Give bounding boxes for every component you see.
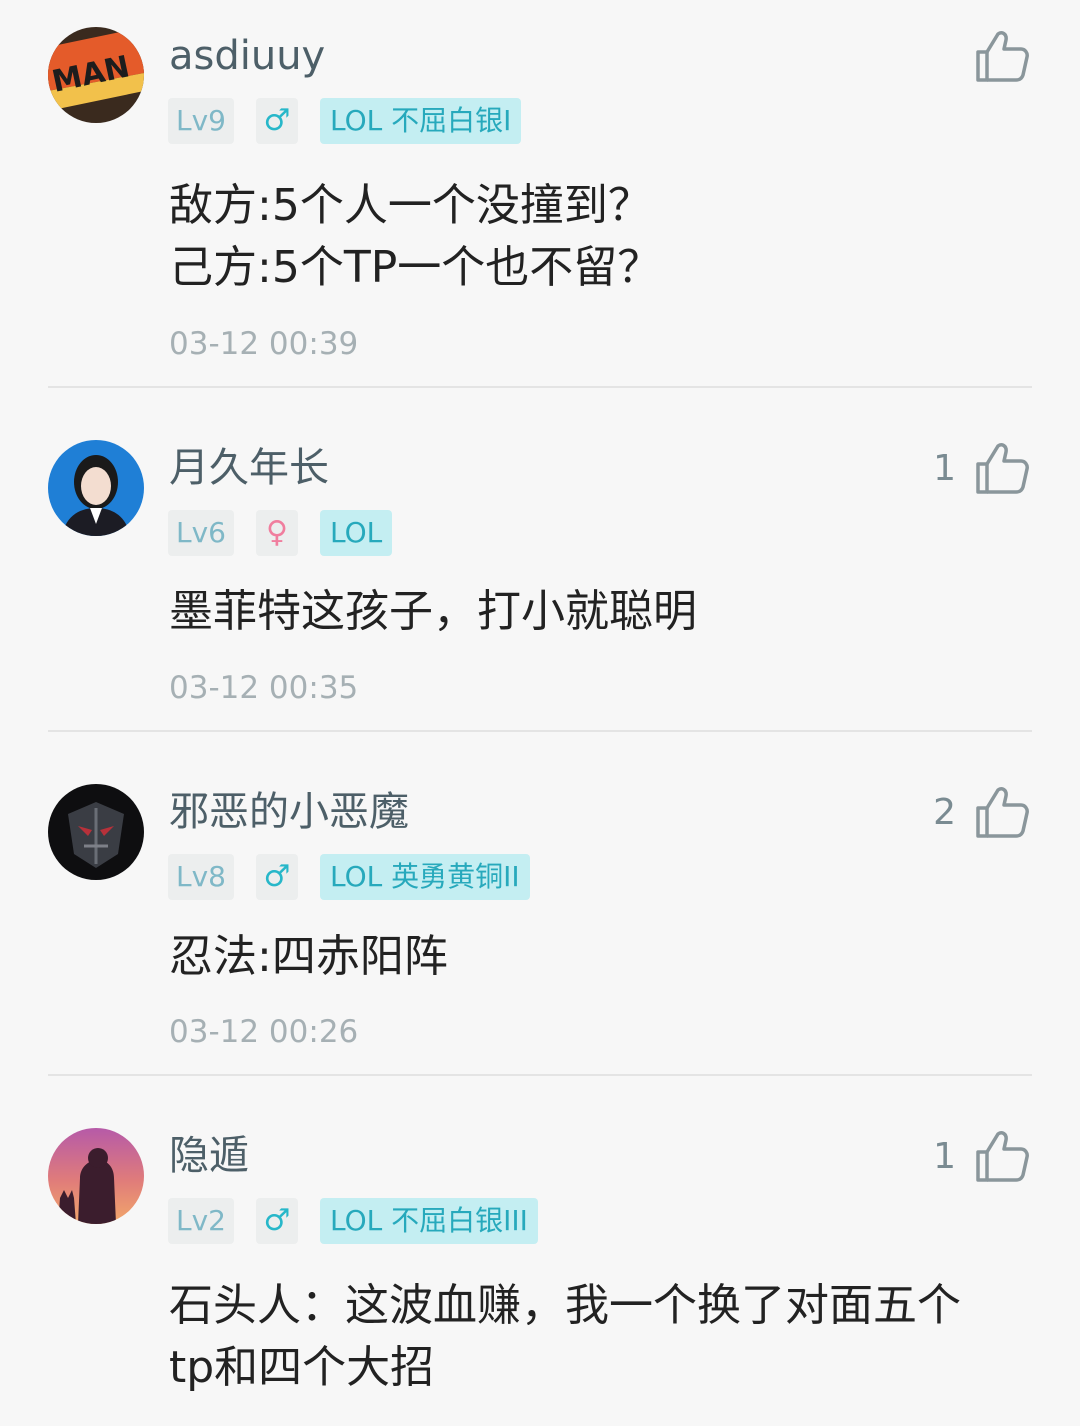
level-badge: Lv2 (168, 1198, 234, 1244)
avatar-image (48, 784, 144, 880)
avatar[interactable] (48, 440, 144, 536)
like-button[interactable]: 2 (933, 784, 1030, 840)
comment-text: 墨菲特这孩子，打小就聪明 (169, 586, 697, 637)
badge-row: Lv9 ♂ LOL 不屈白银I (168, 98, 522, 144)
game-badge[interactable]: LOL 不屈白银I (319, 98, 522, 144)
avatar[interactable] (48, 1128, 144, 1224)
thumbs-up-icon (976, 787, 1029, 838)
comment-item: 月久年长 Lv6 ♀ LOL 墨菲特这孩子，打小就聪明 03-12 00:35 … (0, 388, 1080, 732)
avatar-image (48, 1128, 144, 1224)
male-icon: ♂ (255, 98, 298, 144)
comment-text: 敌方:5个人一个没撞到？ 己方:5个TP一个也不留？ (169, 180, 662, 293)
game-badge[interactable]: LOL (319, 510, 393, 556)
timestamp: 03-12 00:35 (169, 670, 359, 706)
comment-text: 石头人：这波血赚，我一个换了对面五个 tp和四个大招 (169, 1280, 961, 1393)
avatar[interactable]: MAN (48, 27, 144, 123)
like-button[interactable] (956, 28, 1030, 84)
level-badge: Lv9 (168, 98, 234, 144)
comment-item: 隐遁 Lv2 ♂ LOL 不屈白银III 石头人：这波血赚，我一个换了对面五个 … (0, 1076, 1080, 1426)
thumbs-up-icon (976, 1131, 1029, 1182)
timestamp: 03-12 00:39 (169, 326, 359, 362)
level-badge: Lv8 (168, 854, 234, 900)
like-count: 1 (933, 447, 956, 489)
like-button[interactable]: 1 (933, 440, 1030, 496)
comment-feed: MAN asdiuuy Lv9 ♂ LOL 不屈白银I 敌方:5个人一个没撞到？… (0, 0, 1080, 1426)
comment-text: 忍法:四赤阳阵 (169, 931, 448, 982)
comment-item: 邪恶的小恶魔 Lv8 ♂ LOL 英勇黄铜II 忍法:四赤阳阵 03-12 00… (0, 732, 1080, 1076)
badge-row: Lv8 ♂ LOL 英勇黄铜II (168, 854, 530, 900)
comment-item: MAN asdiuuy Lv9 ♂ LOL 不屈白银I 敌方:5个人一个没撞到？… (0, 0, 1080, 388)
badge-row: Lv2 ♂ LOL 不屈白银III (168, 1198, 538, 1244)
badge-row: Lv6 ♀ LOL (168, 510, 393, 556)
thumbs-up-icon (976, 31, 1029, 82)
like-count: 1 (933, 1135, 956, 1177)
thumbs-up-icon (976, 443, 1029, 494)
username[interactable]: 隐遁 (169, 1132, 249, 1180)
level-badge: Lv6 (168, 510, 234, 556)
avatar-image (48, 440, 144, 536)
male-icon: ♂ (255, 1198, 298, 1244)
username[interactable]: 邪恶的小恶魔 (169, 788, 409, 836)
avatar-image: MAN (48, 27, 144, 123)
game-badge[interactable]: LOL 不屈白银III (319, 1198, 538, 1244)
game-badge[interactable]: LOL 英勇黄铜II (319, 854, 530, 900)
username[interactable]: asdiuuy (169, 32, 325, 80)
timestamp: 03-12 00:26 (169, 1014, 359, 1050)
male-icon: ♂ (255, 854, 298, 900)
username[interactable]: 月久年长 (169, 444, 329, 492)
like-button[interactable]: 1 (933, 1128, 1030, 1184)
avatar[interactable] (48, 784, 144, 880)
like-count: 2 (933, 791, 956, 833)
female-icon: ♀ (255, 510, 298, 556)
